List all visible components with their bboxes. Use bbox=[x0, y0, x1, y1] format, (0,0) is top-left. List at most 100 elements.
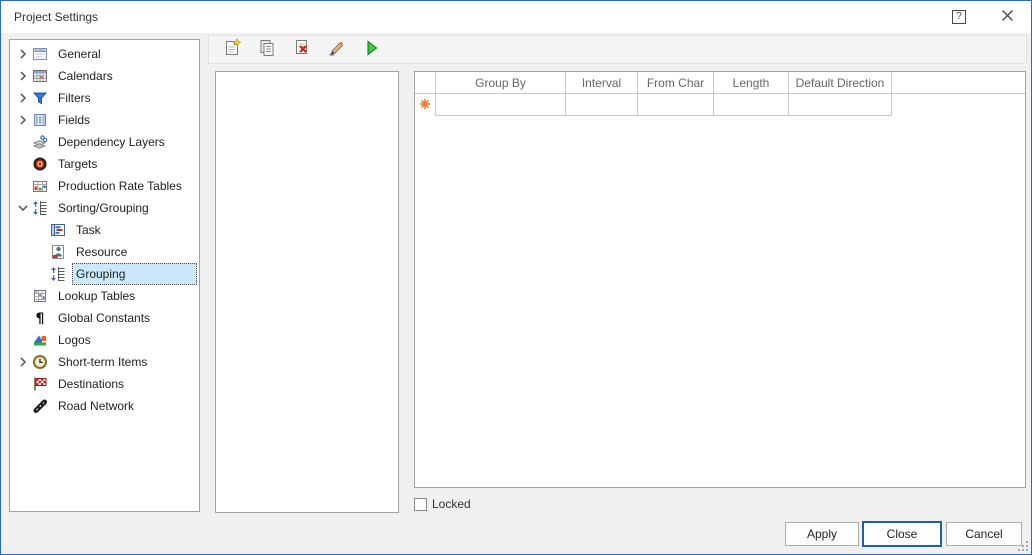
sidebar-item-road-network[interactable]: Road Network bbox=[10, 395, 199, 417]
grid-new-row bbox=[415, 94, 1025, 116]
sidebar-item-targets[interactable]: Targets bbox=[10, 153, 199, 175]
sidebar-item-grouping[interactable]: Grouping bbox=[10, 263, 199, 285]
sidebar-item-dependency-layers[interactable]: Dependency Layers bbox=[10, 131, 199, 153]
column-header-interval: Interval bbox=[566, 72, 638, 94]
column-header-length: Length bbox=[714, 72, 789, 94]
chevron-right-icon[interactable] bbox=[14, 90, 32, 106]
sidebar-item-label: Dependency Layers bbox=[54, 133, 169, 151]
chevron-right-icon[interactable] bbox=[14, 68, 32, 84]
svg-text:¶: ¶ bbox=[36, 311, 45, 326]
filter-icon bbox=[32, 90, 48, 106]
chevron-right-icon[interactable] bbox=[14, 112, 32, 128]
target-icon bbox=[32, 156, 48, 172]
sidebar-item-label: Global Constants bbox=[54, 309, 154, 327]
chevron-right-icon[interactable] bbox=[14, 46, 32, 62]
sidebar-item-label: Destinations bbox=[54, 375, 128, 393]
sidebar-item-lookup-tables[interactable]: Lookup Tables bbox=[10, 285, 199, 307]
tree-indent bbox=[14, 398, 32, 414]
sidebar-item-sorting-grouping[interactable]: Sorting/Grouping bbox=[10, 197, 199, 219]
grouping-toolbar bbox=[208, 35, 1027, 64]
sidebar-item-label: Filters bbox=[54, 89, 95, 107]
sidebar-item-label: Grouping bbox=[72, 263, 197, 285]
cancel-button[interactable]: Cancel bbox=[946, 522, 1022, 546]
sidebar-item-label: Calendars bbox=[54, 67, 117, 85]
new-row-cell-default-direction[interactable] bbox=[789, 94, 892, 116]
help-icon: ? bbox=[952, 10, 966, 24]
edit-button[interactable] bbox=[325, 38, 349, 62]
sidebar-item-global-constants[interactable]: ¶ Global Constants bbox=[10, 307, 199, 329]
help-button[interactable]: ? bbox=[948, 7, 970, 27]
row-indicator-header bbox=[415, 72, 436, 94]
production-rate-table-icon bbox=[32, 178, 48, 194]
sidebar-item-logos[interactable]: Logos bbox=[10, 329, 199, 351]
close-icon bbox=[1001, 9, 1014, 25]
new-row-cell-interval[interactable] bbox=[566, 94, 638, 116]
task-gantt-icon bbox=[50, 222, 66, 238]
sidebar-item-label: Logos bbox=[54, 331, 95, 349]
sidebar-item-filters[interactable]: Filters bbox=[10, 87, 199, 109]
sidebar-item-general[interactable]: General bbox=[10, 43, 199, 65]
tree-indent bbox=[14, 266, 32, 282]
sidebar-item-fields[interactable]: Fields bbox=[10, 109, 199, 131]
tree-indent bbox=[14, 156, 32, 172]
tree-indent bbox=[14, 244, 32, 260]
new-row-cell-from-char[interactable] bbox=[638, 94, 714, 116]
checkbox-unchecked-icon[interactable] bbox=[414, 498, 427, 511]
tree-indent bbox=[14, 288, 32, 304]
dialog-title: Project Settings bbox=[14, 10, 98, 24]
close-dialog-button[interactable]: Close bbox=[862, 521, 942, 547]
chevron-right-icon[interactable] bbox=[14, 354, 32, 370]
sidebar-item-destinations[interactable]: Destinations bbox=[10, 373, 199, 395]
grouping-grid-panel: Group By Interval From Char Length Defau… bbox=[414, 71, 1026, 488]
settings-tree: General Calendars Filters Fields Depende… bbox=[9, 39, 200, 512]
sidebar-item-label: Resource bbox=[72, 243, 131, 261]
locked-checkbox[interactable]: Locked bbox=[414, 497, 471, 511]
copy-button[interactable] bbox=[255, 38, 279, 62]
sort-group-icon bbox=[32, 200, 48, 216]
sidebar-item-calendars[interactable]: Calendars bbox=[10, 65, 199, 87]
column-header-group-by: Group By bbox=[436, 72, 566, 94]
column-header-filler bbox=[892, 72, 1025, 94]
resize-grip-icon[interactable] bbox=[1016, 539, 1029, 552]
tree-indent bbox=[14, 222, 32, 238]
new-row-star-icon bbox=[419, 98, 431, 113]
grouping-grid-header: Group By Interval From Char Length Defau… bbox=[415, 72, 1025, 94]
new-row-cell-length[interactable] bbox=[714, 94, 789, 116]
table-columns-icon bbox=[32, 112, 48, 128]
sidebar-item-label: General bbox=[54, 45, 105, 63]
sidebar-item-resource[interactable]: Resource bbox=[10, 241, 199, 263]
logos-image-icon bbox=[32, 332, 48, 348]
pilcrow-icon: ¶ bbox=[32, 310, 48, 326]
sidebar-item-label: Task bbox=[72, 221, 105, 239]
project-settings-dialog: Project Settings ? General Calendars Fil… bbox=[0, 0, 1032, 555]
edit-icon bbox=[327, 38, 347, 61]
close-button[interactable] bbox=[996, 7, 1018, 27]
sort-group-icon bbox=[50, 266, 66, 282]
new-button[interactable] bbox=[220, 38, 244, 62]
sidebar-item-label: Lookup Tables bbox=[54, 287, 139, 305]
apply-button[interactable]: Apply bbox=[785, 522, 859, 546]
resource-icon bbox=[50, 244, 66, 260]
delete-button[interactable] bbox=[290, 38, 314, 62]
grouping-list-panel[interactable] bbox=[215, 71, 399, 513]
run-icon bbox=[362, 38, 382, 61]
new-row-cell-group-by[interactable] bbox=[436, 94, 566, 116]
tree-indent bbox=[14, 376, 32, 392]
lookup-table-icon bbox=[32, 288, 48, 304]
tree-indent bbox=[14, 310, 32, 326]
new-row-indicator bbox=[415, 94, 436, 116]
titlebar: Project Settings ? bbox=[1, 1, 1031, 33]
column-header-from-char: From Char bbox=[638, 72, 714, 94]
sidebar-item-label: Targets bbox=[54, 155, 101, 173]
dependency-layers-icon bbox=[32, 134, 48, 150]
sidebar-item-task[interactable]: Task bbox=[10, 219, 199, 241]
sidebar-item-production-rate-tables[interactable]: Production Rate Tables bbox=[10, 175, 199, 197]
sidebar-item-label: Fields bbox=[54, 111, 94, 129]
checkered-flag-icon bbox=[32, 376, 48, 392]
sidebar-item-short-term-items[interactable]: Short-term Items bbox=[10, 351, 199, 373]
tree-indent bbox=[14, 178, 32, 194]
run-button[interactable] bbox=[360, 38, 384, 62]
chevron-down-icon[interactable] bbox=[14, 200, 32, 216]
locked-label: Locked bbox=[432, 497, 471, 511]
calendar-icon bbox=[32, 68, 48, 84]
